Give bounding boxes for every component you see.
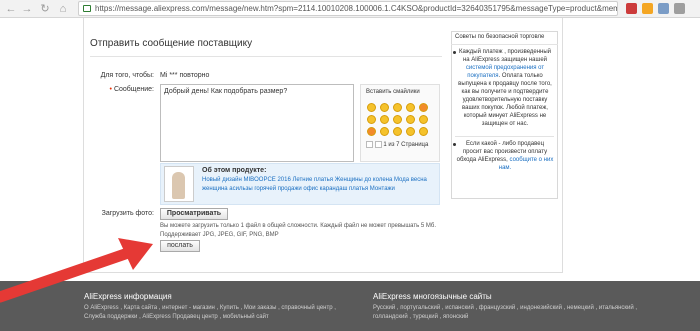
home-icon[interactable]: ⌂ <box>56 2 70 16</box>
settings-icon[interactable] <box>674 3 685 14</box>
smiley-icon[interactable] <box>380 115 389 124</box>
smiley-icon[interactable] <box>419 103 428 112</box>
smiley-icon[interactable] <box>367 115 376 124</box>
divider <box>455 136 554 137</box>
smiley-panel-title: Вставить смайлики <box>366 89 420 95</box>
recipient-value: Mi *** повторно <box>160 72 210 79</box>
next-page-button[interactable] <box>374 141 382 148</box>
dress-image <box>172 172 185 199</box>
smiley-icon[interactable] <box>419 115 428 124</box>
pager-text: 1 из 7 Страница <box>383 142 429 149</box>
smiley-icon[interactable] <box>393 115 402 124</box>
smiley-icon[interactable] <box>406 115 415 124</box>
upload-hint: Вы можете загрузить только 1 файл в обще… <box>160 223 437 238</box>
browser-toolbar: ← → ↻ ⌂ https://message.aliexpress.com/m… <box>0 0 700 18</box>
forward-icon[interactable]: → <box>20 2 34 16</box>
extension-icon[interactable] <box>626 3 637 14</box>
smiley-icon[interactable] <box>393 127 402 136</box>
footer-info-links[interactable]: О AliExpress , Карта сайта , интернет - … <box>84 304 354 322</box>
address-bar[interactable]: https://message.aliexpress.com/message/n… <box>78 1 618 16</box>
smiley-icon[interactable] <box>367 103 376 112</box>
tip-report-seller: Если какой - либо продавец просит вас пр… <box>456 140 554 172</box>
tips-heading: Советы по безопасной торговле <box>455 34 545 40</box>
star-icon[interactable] <box>642 3 653 14</box>
product-link[interactable]: Новый дизайн MIBOOPCE 2016 Летние платья… <box>202 176 438 194</box>
footer-info-heading: AliExpress информация <box>84 292 172 301</box>
folder-icon[interactable] <box>658 3 669 14</box>
upload-label: Загрузить фото: <box>101 210 154 217</box>
smiley-icon[interactable] <box>419 127 428 136</box>
page-title: Отправить сообщение поставщику <box>90 38 253 49</box>
url-text: https://message.aliexpress.com/message/n… <box>95 4 617 13</box>
divider <box>90 56 442 57</box>
recipient-label: Для того, чтобы: <box>100 72 154 79</box>
footer-language-links[interactable]: Русский , португальский , испанский , фр… <box>373 304 673 322</box>
back-icon[interactable]: ← <box>4 2 18 16</box>
message-textarea[interactable]: Добрый день! Как подобрать размер? <box>160 84 354 162</box>
browse-button[interactable]: Просматривать <box>160 208 228 220</box>
reload-icon[interactable]: ↻ <box>38 2 52 16</box>
smiley-icon[interactable] <box>406 103 415 112</box>
tip-text: Каждый платеж , произведенный на AliExpr… <box>458 49 552 63</box>
footer-languages-heading: AliExpress многоязычные сайты <box>373 292 492 301</box>
send-button[interactable]: послать <box>160 240 200 252</box>
prev-page-button[interactable] <box>366 141 373 148</box>
tip-buyer-protection: Каждый платеж , произведенный на AliExpr… <box>456 48 554 128</box>
smiley-icon[interactable] <box>367 127 376 136</box>
smiley-icon[interactable] <box>380 127 389 136</box>
product-heading: Об этом продукте: <box>202 167 267 174</box>
message-label-row: • Сообщение: <box>92 86 154 93</box>
tip-text: . Оплата только выпущена к продавцу посл… <box>458 73 552 127</box>
smiley-icon[interactable] <box>380 103 389 112</box>
smiley-pager: 1 из 7 Страница <box>366 141 428 148</box>
divider <box>451 44 558 45</box>
smiley-icon[interactable] <box>406 127 415 136</box>
message-label: Сообщение: <box>113 86 154 93</box>
required-mark: • <box>109 86 112 93</box>
smiley-icon[interactable] <box>393 103 402 112</box>
lock-icon <box>83 5 91 12</box>
